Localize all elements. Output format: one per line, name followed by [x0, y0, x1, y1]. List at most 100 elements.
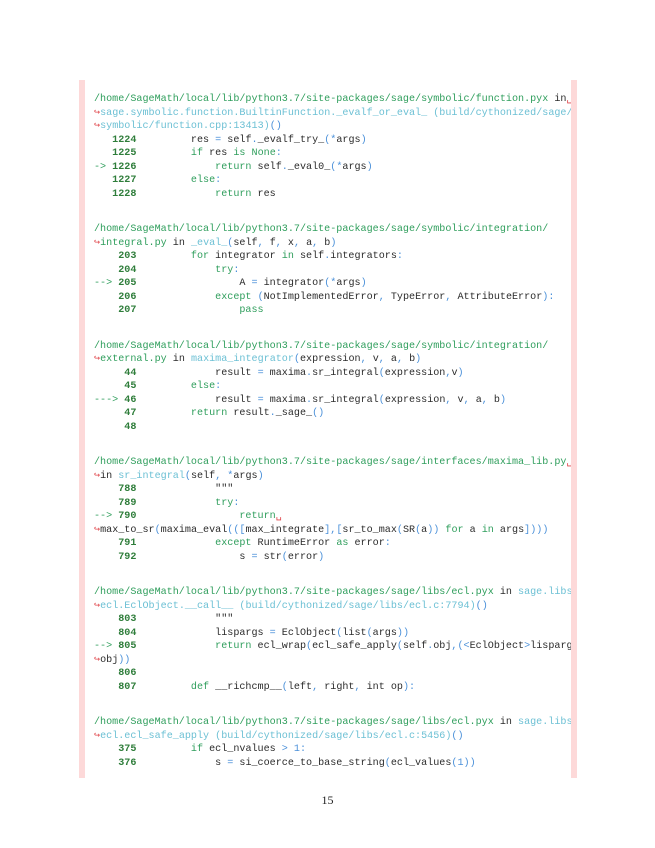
code-text: self [190, 470, 216, 482]
code-text: sr_to_max [342, 524, 397, 536]
code-line: 803 """ [94, 613, 571, 627]
line-number: 791 [94, 538, 137, 549]
code-text: in [493, 587, 519, 598]
code-text: list [342, 627, 367, 639]
code-keyword: return [136, 511, 276, 522]
code-name: sage.symbolic.function.BuiltinFunction._… [100, 107, 573, 119]
code-operator: () [451, 730, 464, 742]
code-text: sr_integral [312, 367, 379, 379]
code-text: a [463, 524, 482, 536]
line-number: 1227 [94, 175, 137, 186]
code-text: NotImplementedError [263, 291, 379, 303]
code-line: 48 [94, 421, 571, 435]
code-operator: (* [324, 278, 337, 289]
code-text: ecl_values [390, 757, 452, 769]
code-text: ecl_nvalues [203, 744, 282, 755]
code-text: str [257, 551, 282, 563]
code-text: integrators [330, 251, 397, 262]
code-operator: ]))) [524, 524, 549, 536]
code-line: --> 805 return ecl_wrap(ecl_safe_apply(s… [94, 640, 571, 654]
code-text: ecl_wrap [251, 641, 307, 652]
code-keyword: /home/SageMath/local/lib/python3.7/site-… [94, 340, 549, 352]
code-operator: , [293, 237, 307, 249]
line-wrap-marker: ␣ [566, 457, 573, 468]
line-number: 204 [94, 264, 137, 276]
code-operator: , [378, 291, 391, 303]
traceback-code: /home/SageMath/local/lib/python3.7/site-… [94, 93, 573, 778]
code-keyword: if [136, 744, 204, 755]
code-line: 204 try: [94, 264, 571, 278]
code-keyword: /home/SageMath/local/lib/python3.7/site-… [94, 224, 549, 235]
page-number: 15 [321, 793, 334, 807]
code-keyword: else [136, 175, 216, 186]
code-keyword: return [136, 641, 252, 652]
code-line: ↪ecl.EclObject.__call__ (build/cythonize… [94, 600, 571, 614]
code-text: args [233, 470, 258, 482]
code-text: res [251, 188, 276, 200]
line-number: 790 [118, 511, 137, 522]
code-keyword: is [233, 148, 246, 159]
code-text: max_integrate [245, 524, 325, 536]
code-text: lispargs [136, 627, 270, 639]
code-text: in [166, 237, 191, 249]
code-name: ecl.ecl_safe_apply (build/cythonized/sag… [100, 730, 452, 742]
code-keyword: return [136, 408, 228, 419]
code-keyword: except [136, 538, 252, 549]
code-operator: )) [118, 654, 131, 666]
line-number: 806 [94, 668, 137, 679]
code-line: 1224 res = self._evalf_try_(*args) [94, 134, 571, 148]
code-line: /home/SageMath/local/lib/python3.7/site-… [94, 93, 573, 107]
code-line: ↪external.py in maxima_integrator(expres… [94, 353, 571, 367]
line-number: 1224 [94, 134, 137, 146]
code-operator: (* [330, 161, 343, 173]
code-line: ↪in sr_integral(self, *args) [94, 470, 571, 484]
code-keyword: for [439, 524, 464, 536]
code-text: integrator [209, 251, 282, 262]
line-number: 207 [94, 305, 137, 316]
code-operator: ): [402, 681, 416, 693]
code-text: EclObject [469, 641, 525, 652]
code-keyword: try [136, 264, 234, 276]
code-text: error [348, 538, 385, 549]
code-line: 207 pass [94, 304, 571, 318]
code-line: 792 s = str(error) [94, 551, 571, 565]
line-number: 1228 [94, 188, 137, 200]
code-line: ↪integral.py in _eval_(self, f, x, a, b) [94, 237, 571, 251]
code-line: 1227 else: [94, 174, 571, 188]
code-line: 806 [94, 667, 571, 681]
code-operator: , [481, 394, 494, 406]
code-line: ↪max_to_sr(maxima_eval(([max_integrate],… [94, 524, 571, 538]
line-number: 205 [118, 278, 137, 289]
code-line: 203 for integrator in self.integrators: [94, 250, 571, 264]
code-line: 376 s = si_coerce_to_base_string(ecl_val… [94, 757, 571, 771]
code-line: ↪obj)) [94, 654, 571, 668]
code-operator: ],[ [324, 524, 343, 536]
traceback-frame: /home/SageMath/local/lib/python3.7/site-… [94, 456, 573, 565]
code-keyword: /home/SageMath/local/lib/python3.7/site-… [94, 587, 494, 598]
code-text: args [336, 134, 361, 146]
code-operator: ) [457, 367, 464, 379]
code-text: _sage_ [275, 408, 313, 419]
line-number: 804 [94, 627, 137, 639]
code-keyword: None [245, 148, 276, 159]
code-operator: , [257, 237, 270, 249]
code-text: args [336, 278, 361, 289]
code-text: error [287, 551, 319, 563]
code-operator: : [233, 497, 240, 509]
code-text: maxima_eval [160, 524, 228, 536]
code-operator: , [354, 681, 367, 693]
code-text: A [136, 278, 252, 289]
current-line-arrow: ---> [94, 394, 125, 406]
code-line: ↪ecl.ecl_safe_apply (build/cythonized/sa… [94, 730, 571, 744]
code-line: 1228 return res [94, 188, 571, 202]
code-keyword: /home/SageMath/local/lib/python3.7/site-… [94, 717, 494, 728]
code-name: sr_integral [118, 470, 185, 482]
code-text: maxima [263, 367, 307, 379]
line-wrap-marker: ␣ [566, 94, 573, 105]
code-operator: ) [499, 394, 507, 406]
code-operator: , * [215, 470, 234, 482]
line-number: 1225 [94, 148, 137, 159]
line-number: 805 [118, 641, 137, 652]
code-text: self [402, 641, 428, 652]
code-text: in [166, 354, 191, 365]
